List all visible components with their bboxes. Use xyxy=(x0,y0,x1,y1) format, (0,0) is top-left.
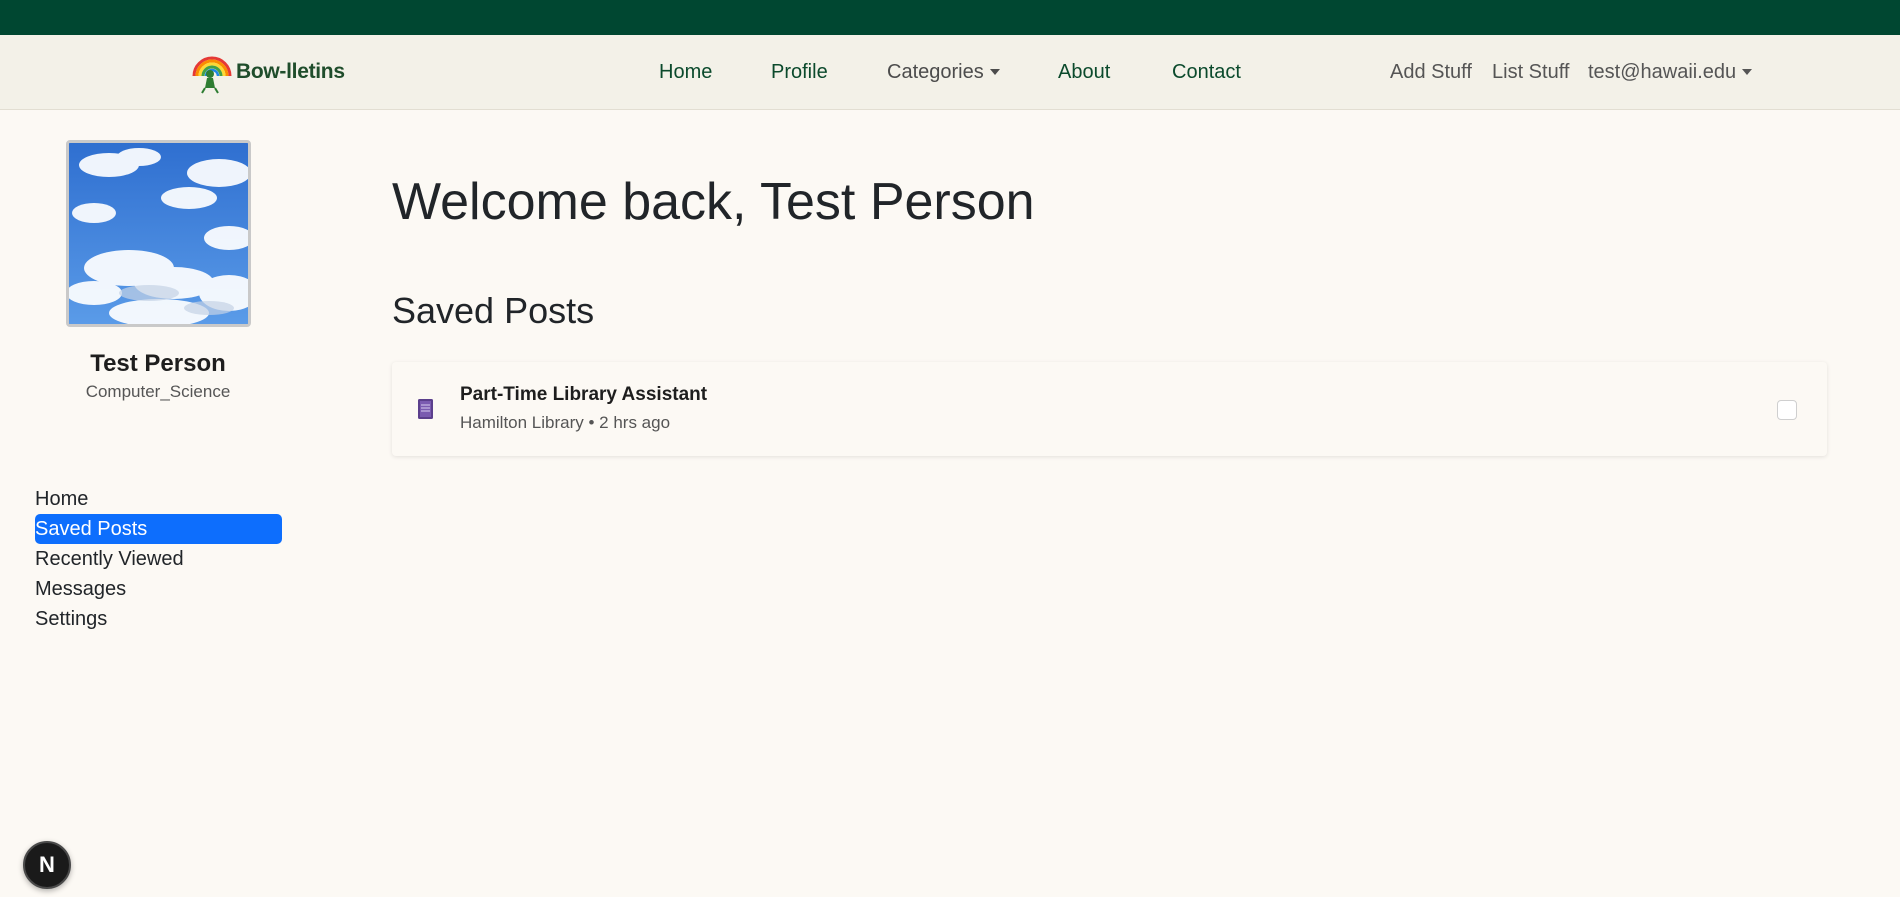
sky-clouds-image xyxy=(69,143,248,324)
post-checkbox[interactable] xyxy=(1777,400,1797,420)
profile-department: Computer_Science xyxy=(85,382,231,401)
nextjs-dev-indicator-icon[interactable]: N xyxy=(23,841,71,889)
nav-categories-label: Categories xyxy=(887,61,984,83)
book-icon xyxy=(418,399,433,419)
brand-link[interactable]: Bow-lletins xyxy=(190,49,345,95)
user-email: test@hawaii.edu xyxy=(1588,61,1737,83)
sidebar-item-saved-posts[interactable]: Saved Posts xyxy=(35,514,282,544)
profile-name: Test Person xyxy=(90,350,226,377)
page-title: Welcome back, Test Person xyxy=(392,173,1035,231)
avatar xyxy=(66,140,251,327)
nav-home[interactable]: Home xyxy=(659,61,712,84)
user-menu-dropdown[interactable]: test@hawaii.edu xyxy=(1588,61,1753,84)
caret-down-icon xyxy=(1742,69,1753,75)
brand-name: Bow-lletins xyxy=(236,60,345,83)
caret-down-icon xyxy=(989,69,1000,75)
saved-post-card[interactable]: Part-Time Library Assistant Hamilton Lib… xyxy=(392,362,1827,456)
post-meta: Hamilton Library • 2 hrs ago xyxy=(460,413,671,432)
navbar: Bow-lletins Home Profile Categories Abou… xyxy=(0,35,1900,110)
section-title: Saved Posts xyxy=(392,290,595,331)
badge-label: N xyxy=(39,852,55,877)
top-accent-bar xyxy=(0,0,1900,35)
nav-categories-dropdown[interactable]: Categories xyxy=(887,61,1000,84)
sidebar-item-settings[interactable]: Settings xyxy=(35,604,282,634)
sidebar-item-recently-viewed[interactable]: Recently Viewed xyxy=(35,544,282,574)
rainbow-mascot-icon xyxy=(192,56,232,94)
sidebar: Test Person Computer_Science Home Saved … xyxy=(0,110,300,897)
nav-profile[interactable]: Profile xyxy=(771,61,828,84)
nav-add-stuff[interactable]: Add Stuff xyxy=(1390,61,1472,84)
nav-list-stuff[interactable]: List Stuff xyxy=(1492,61,1569,84)
post-title[interactable]: Part-Time Library Assistant xyxy=(460,384,707,406)
sidebar-item-home[interactable]: Home xyxy=(35,484,282,514)
sidebar-item-messages[interactable]: Messages xyxy=(35,574,282,604)
nav-contact[interactable]: Contact xyxy=(1172,61,1241,84)
nav-about[interactable]: About xyxy=(1058,61,1110,84)
